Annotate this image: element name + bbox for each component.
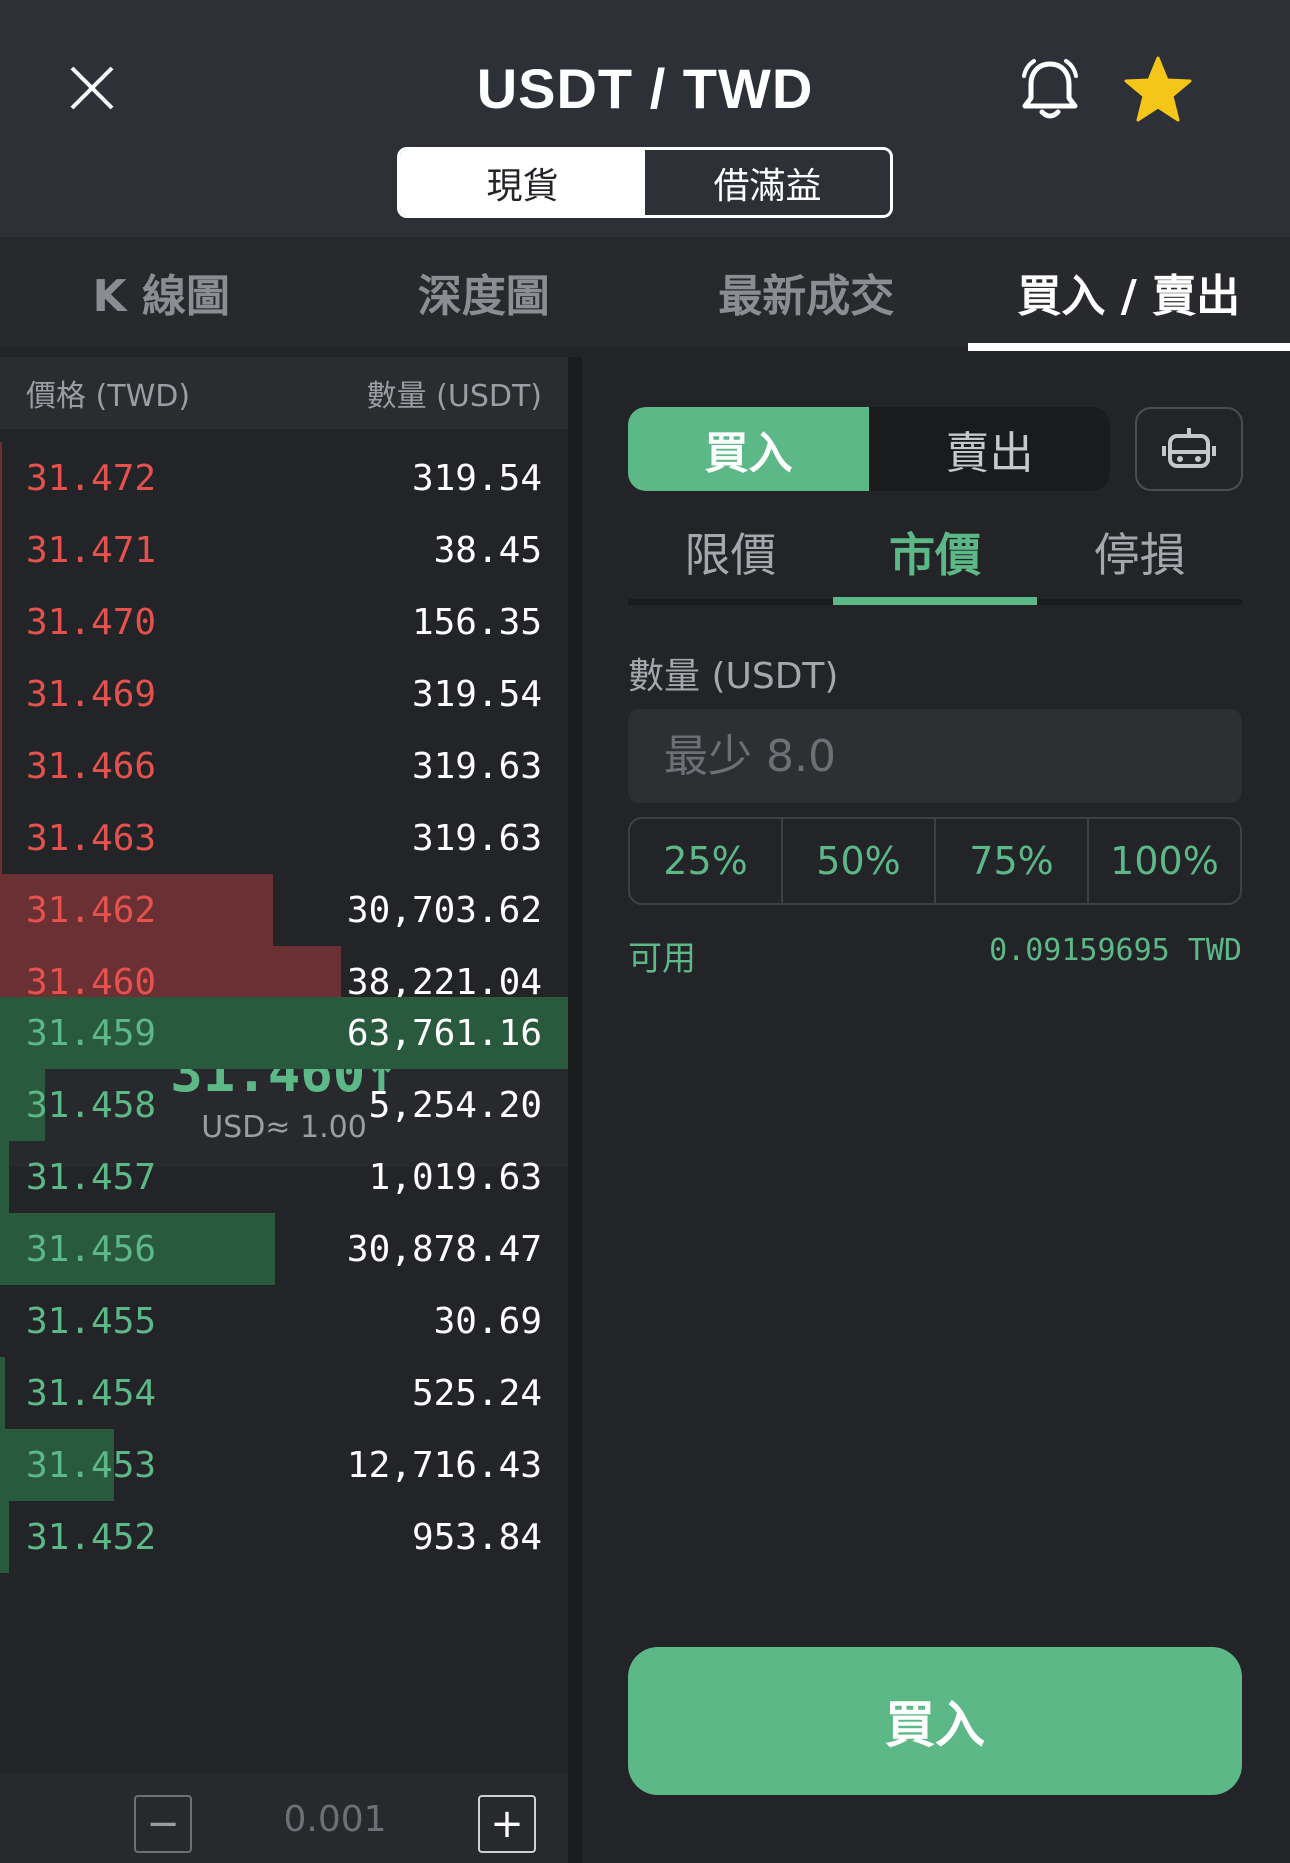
order-book: 價格 (TWD) 數量 (USDT) 31.472 319.54 31.471 38.… [0,357,568,1863]
ask-row[interactable]: 31.462 30,703.62 [0,874,568,946]
ask-row[interactable]: 31.463 319.63 [0,802,568,874]
ask-depth-bar [0,730,3,802]
percent-25-button[interactable]: 25% [630,819,783,903]
tab-depth[interactable]: 深度圖 [323,237,646,347]
ask-row[interactable]: 31.470 156.35 [0,586,568,658]
ask-depth-bar [0,586,3,658]
available-balance: 0.09159695 TWD [989,933,1242,968]
order-book-header: 價格 (TWD) 數量 (USDT) [0,357,568,429]
precision-stepper: − 0.001 + [0,1773,568,1863]
bid-row[interactable]: 31.459 63,761.16 [0,997,568,1069]
ask-row[interactable]: 31.469 319.54 [0,658,568,730]
bid-depth-bar [0,1501,9,1573]
trade-panel: 買入 賣出 限價 市價 停損 數量 (USDT) 25% 50% 75% 100… [582,357,1290,1863]
percent-50-button[interactable]: 50% [783,819,936,903]
bid-price: 31.459 [26,1012,157,1054]
bid-row[interactable]: 31.454 525.24 [0,1357,568,1429]
trading-bot-button[interactable] [1135,407,1243,491]
bid-row[interactable]: 31.458 5,254.20 [0,1069,568,1141]
ask-price: 31.471 [26,529,157,571]
ask-quantity: 38.45 [433,529,542,571]
buy-tab[interactable]: 買入 [628,407,869,491]
order-type-market[interactable]: 市價 [832,505,1038,605]
tab-buy-sell[interactable]: 買入 / 賣出 [967,237,1290,351]
bell-icon [1022,59,1078,119]
ask-depth-bar [0,802,3,874]
favorite-button[interactable] [1122,54,1194,126]
bid-quantity: 30.69 [433,1300,542,1342]
percent-100-button[interactable]: 100% [1089,819,1240,903]
sell-tab[interactable]: 賣出 [869,407,1110,491]
ask-price: 31.472 [26,457,157,499]
bid-price: 31.453 [26,1444,157,1486]
tab-kline[interactable]: K 線圖 [0,237,323,347]
available-label: 可用 [628,939,696,979]
price-column-header: 價格 (TWD) [26,379,191,414]
precision-increase-button[interactable]: + [478,1795,536,1853]
bid-price: 31.457 [26,1156,157,1198]
ask-quantity: 319.63 [411,817,542,859]
precision-value: 0.001 [283,1799,387,1840]
price-alert-button[interactable] [1016,56,1084,124]
ask-quantity: 319.54 [411,673,542,715]
tab-trades[interactable]: 最新成交 [645,237,968,347]
ask-depth-bar [0,514,3,586]
order-type-stop[interactable]: 停損 [1037,505,1242,599]
ask-price: 31.463 [26,817,157,859]
bid-row[interactable]: 31.452 953.84 [0,1501,568,1573]
bid-list: 31.459 63,761.16 31.458 5,254.20 31.457 1,019… [0,997,568,1573]
quantity-label: 數量 (USDT) [628,656,839,697]
ask-quantity: 319.54 [411,457,542,499]
ask-price: 31.470 [26,601,157,643]
bid-row[interactable]: 31.453 12,716.43 [0,1429,568,1501]
quantity-input[interactable] [628,709,1242,803]
bid-price: 31.455 [26,1300,157,1342]
order-type-limit[interactable]: 限價 [628,505,833,599]
spot-tab[interactable]: 現貨 [400,150,645,215]
ask-list: 31.472 319.54 31.471 38.45 31.470 156.35 31.46… [0,442,568,1018]
buy-sell-toggle: 買入 賣出 [628,407,1110,491]
bid-quantity: 63,761.16 [346,1012,542,1054]
ask-row[interactable]: 31.466 319.63 [0,730,568,802]
ask-depth-bar [0,442,3,514]
precision-decrease-button[interactable]: − [134,1795,192,1853]
submit-buy-button[interactable]: 買入 [628,1647,1242,1795]
bid-price: 31.458 [26,1084,157,1126]
qty-column-header: 數量 (USDT) [366,379,542,414]
order-type-tabs: 限價 市價 停損 [628,505,1242,605]
bid-quantity: 12,716.43 [346,1444,542,1486]
ask-price: 31.462 [26,889,157,931]
ask-quantity: 30,703.62 [346,889,542,931]
bid-row[interactable]: 31.457 1,019.63 [0,1141,568,1213]
ask-quantity: 319.63 [411,745,542,787]
robot-icon [1162,428,1216,468]
pair-title: USDT / TWD [476,57,814,120]
bid-row[interactable]: 31.456 30,878.47 [0,1213,568,1285]
bid-depth-bar [0,1141,10,1213]
panel-divider [568,357,582,1863]
bid-quantity: 525.24 [411,1372,542,1414]
ask-price: 31.466 [26,745,157,787]
market-type-toggle: 現貨 借滿益 [397,147,893,218]
bid-quantity: 5,254.20 [368,1084,542,1126]
bid-quantity: 1,019.63 [368,1156,542,1198]
bid-price: 31.452 [26,1516,157,1558]
star-icon [1124,56,1192,122]
bid-quantity: 953.84 [411,1516,542,1558]
percent-75-button[interactable]: 75% [936,819,1089,903]
ask-price: 31.469 [26,673,157,715]
bid-depth-bar [0,1357,5,1429]
view-tabs: K 線圖 深度圖 最新成交 買入 / 賣出 [0,237,1290,351]
bid-price: 31.456 [26,1228,157,1270]
bid-price: 31.454 [26,1372,157,1414]
ask-quantity: 156.35 [411,601,542,643]
header: USDT / TWD 現貨 借滿益 [0,0,1290,237]
ask-row[interactable]: 31.472 319.54 [0,442,568,514]
percent-selector: 25% 50% 75% 100% [628,817,1242,905]
ask-depth-bar [0,658,3,730]
bid-row[interactable]: 31.455 30.69 [0,1285,568,1357]
bid-quantity: 30,878.47 [346,1228,542,1270]
margin-tab[interactable]: 借滿益 [645,150,890,215]
ask-row[interactable]: 31.471 38.45 [0,514,568,586]
